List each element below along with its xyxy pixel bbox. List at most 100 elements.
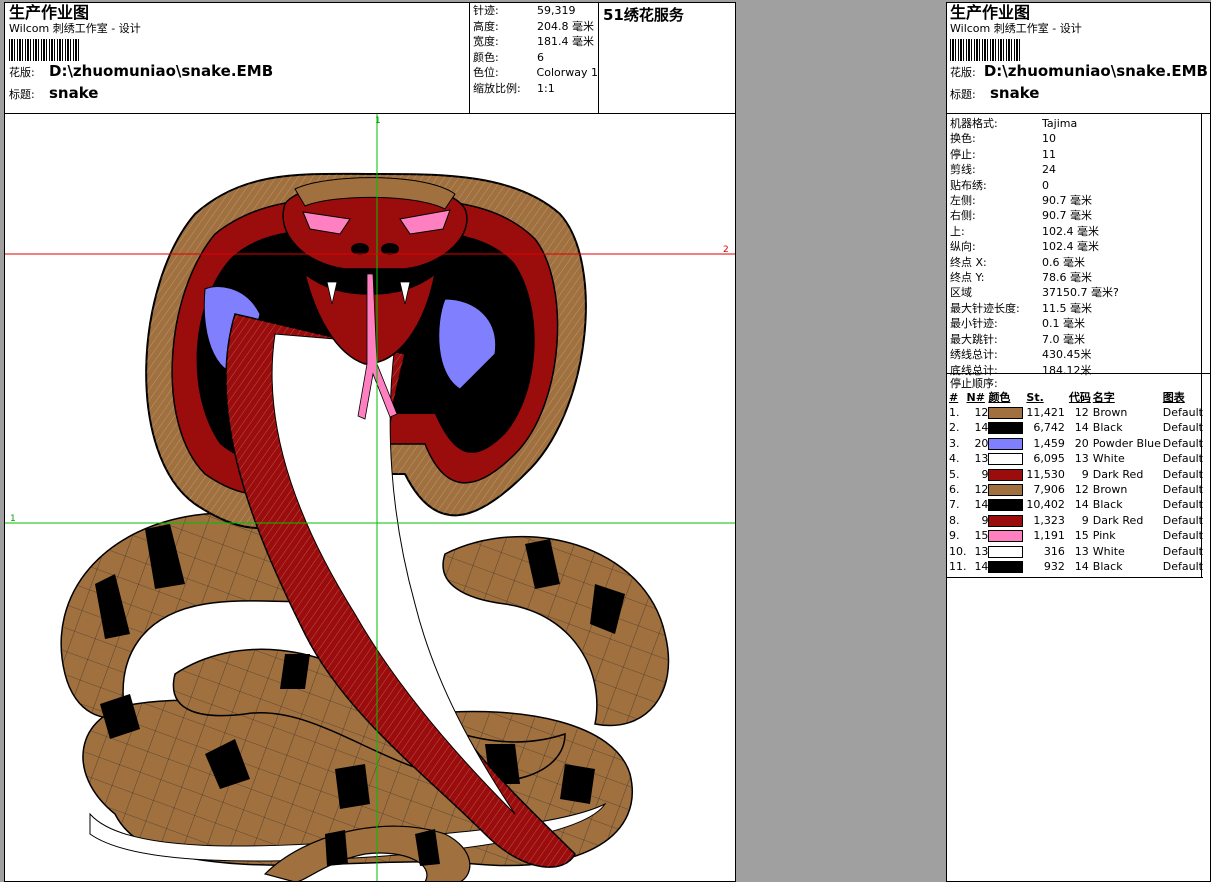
col-header: 颜色 bbox=[988, 391, 1011, 404]
table-row: 6. 12 7,906 12 Brown Default bbox=[949, 482, 1203, 497]
stat-row: 贴布绣: 0 bbox=[950, 178, 1049, 192]
horizontal-guide-label: 2 bbox=[723, 245, 729, 255]
divider bbox=[1201, 113, 1202, 373]
design-label: 花版: bbox=[9, 66, 35, 79]
right-nostril bbox=[381, 243, 399, 255]
stop-sequence-table: # N# 颜色 St. 代码 名字 图表 1. 12 11,421 12 Brown De… bbox=[949, 391, 1203, 574]
cell-idx: 2. bbox=[949, 421, 960, 435]
cell-name: Dark Red bbox=[1092, 467, 1144, 481]
cell-name: Black bbox=[1092, 560, 1123, 574]
col-header: St. bbox=[1026, 391, 1044, 404]
cell-chart: Default bbox=[1162, 560, 1203, 574]
cell-name: Brown bbox=[1092, 483, 1128, 497]
color-swatch bbox=[988, 407, 1024, 419]
table-row: 3. 20 1,459 20 Powder Blue Default bbox=[949, 436, 1203, 451]
color-swatch bbox=[988, 514, 1024, 527]
cell-n: 12 bbox=[974, 483, 989, 497]
color-swatch-cell bbox=[988, 497, 1026, 512]
cell-chart: Default bbox=[1162, 467, 1203, 481]
details-title: 生产作业图 bbox=[950, 3, 1031, 22]
color-swatch bbox=[988, 468, 1024, 481]
table-row: 4. 13 6,095 13 White Default bbox=[949, 451, 1203, 466]
summary-row: 色位: Colorway 1 bbox=[473, 66, 598, 79]
table-row: 11. 14 932 14 Black Default bbox=[949, 559, 1203, 574]
cell-idx: 6. bbox=[949, 483, 960, 497]
table-row: 7. 14 10,402 14 Black Default bbox=[949, 497, 1203, 512]
color-swatch bbox=[988, 422, 1024, 435]
col-header: 代码 bbox=[1068, 391, 1091, 404]
divider bbox=[947, 113, 1210, 114]
cell-st: 11,530 bbox=[1026, 467, 1065, 481]
header-title-block: 生产作业图 Wilcom 刺绣工作室 - 设计 花版: D:\zhuomunia… bbox=[9, 4, 464, 105]
cell-chart: Default bbox=[1162, 483, 1203, 497]
cell-chart: Default bbox=[1162, 498, 1203, 512]
worksheet-page: 生产作业图 Wilcom 刺绣工作室 - 设计 花版: D:\zhuomunia… bbox=[4, 2, 736, 882]
stat-row: 上: 102.4 毫米 bbox=[950, 224, 1099, 238]
sheet-title: 生产作业图 bbox=[9, 3, 90, 22]
table-row: 1. 12 11,421 12 Brown Default bbox=[949, 405, 1203, 420]
color-swatch-cell bbox=[988, 528, 1026, 543]
cell-st: 6,095 bbox=[1033, 452, 1065, 466]
stat-row: 剪线: 24 bbox=[950, 163, 1056, 177]
cell-idx: 8. bbox=[949, 513, 960, 527]
color-swatch-cell bbox=[988, 420, 1026, 435]
left-nostril bbox=[351, 243, 369, 255]
brand-name: 51绣花服务 bbox=[603, 6, 684, 24]
cell-chart: Default bbox=[1162, 513, 1203, 527]
details-subtitle: Wilcom 刺绣工作室 - 设计 bbox=[950, 22, 1082, 35]
barcode-icon bbox=[950, 39, 1020, 61]
cell-code: 9 bbox=[1081, 467, 1089, 481]
stat-row: 纵向: 102.4 毫米 bbox=[950, 240, 1099, 254]
table-row: 8. 9 1,323 9 Dark Red Default bbox=[949, 513, 1203, 528]
color-swatch-cell bbox=[988, 482, 1026, 497]
cell-st: 6,742 bbox=[1033, 421, 1065, 435]
sheet-subtitle: Wilcom 刺绣工作室 - 设计 bbox=[9, 22, 141, 35]
cell-n: 14 bbox=[974, 498, 989, 512]
cell-chart: Default bbox=[1162, 406, 1203, 419]
color-swatch-cell bbox=[988, 467, 1026, 482]
cell-n: 13 bbox=[974, 452, 989, 466]
cell-st: 1,191 bbox=[1033, 529, 1065, 543]
color-swatch bbox=[988, 437, 1024, 450]
title-label: 标题: bbox=[950, 88, 976, 101]
summary-row: 高度: 204.8 毫米 bbox=[473, 19, 594, 33]
divider bbox=[947, 577, 1203, 578]
cell-code: 9 bbox=[1081, 513, 1089, 527]
cell-name: White bbox=[1092, 544, 1125, 558]
stat-row: 终点 X: 0.6 毫米 bbox=[950, 255, 1085, 269]
stat-row: 换色: 10 bbox=[950, 132, 1056, 146]
cell-name: Dark Red bbox=[1092, 513, 1144, 527]
stop-sequence-rows: 1. 12 11,421 12 Brown Default 2. 14 6,742 14 Black… bbox=[949, 405, 1203, 574]
stat-row: 绣线总计: 430.45米 bbox=[950, 348, 1092, 362]
divider bbox=[947, 373, 1210, 374]
cell-n: 15 bbox=[974, 529, 989, 543]
cell-name: Black bbox=[1092, 498, 1123, 512]
summary-row: 宽度: 181.4 毫米 bbox=[473, 35, 594, 48]
cell-n: 20 bbox=[974, 436, 989, 450]
cell-chart: Default bbox=[1162, 436, 1203, 450]
color-swatch bbox=[988, 484, 1024, 497]
cell-name: White bbox=[1092, 452, 1125, 466]
stat-row: 终点 Y: 78.6 毫米 bbox=[950, 271, 1092, 285]
cell-n: 14 bbox=[974, 421, 989, 435]
color-swatch-cell bbox=[988, 436, 1026, 451]
color-swatch bbox=[988, 530, 1024, 543]
color-swatch bbox=[988, 453, 1024, 466]
cell-idx: 1. bbox=[949, 406, 960, 419]
title-label: 标题: bbox=[9, 88, 35, 101]
table-row: 5. 9 11,530 9 Dark Red Default bbox=[949, 467, 1203, 482]
stat-row: 机器格式: Tajima bbox=[950, 117, 1078, 130]
cell-chart: Default bbox=[1162, 544, 1203, 558]
cell-name: Brown bbox=[1092, 406, 1128, 419]
design-file-path: D:\zhuomuniao\snake.EMB bbox=[983, 62, 1208, 80]
cell-st: 1,459 bbox=[1033, 436, 1065, 450]
embroidery-design-canvas: 1 2 1 bbox=[5, 114, 735, 881]
details-header: 生产作业图 Wilcom 刺绣工作室 - 设计 花版: D:\zhuomunia… bbox=[950, 4, 1208, 105]
cell-st: 11,421 bbox=[1026, 406, 1065, 419]
cell-code: 20 bbox=[1074, 436, 1089, 450]
cell-idx: 3. bbox=[949, 436, 960, 450]
machine-stats: 机器格式: Tajima 换色: 10 停止: 11 剪线: 24 贴布绣: 0 左侧: 9… bbox=[950, 116, 1200, 378]
cell-st: 7,906 bbox=[1033, 483, 1065, 497]
cell-idx: 5. bbox=[949, 467, 960, 481]
cell-name: Black bbox=[1092, 421, 1123, 435]
